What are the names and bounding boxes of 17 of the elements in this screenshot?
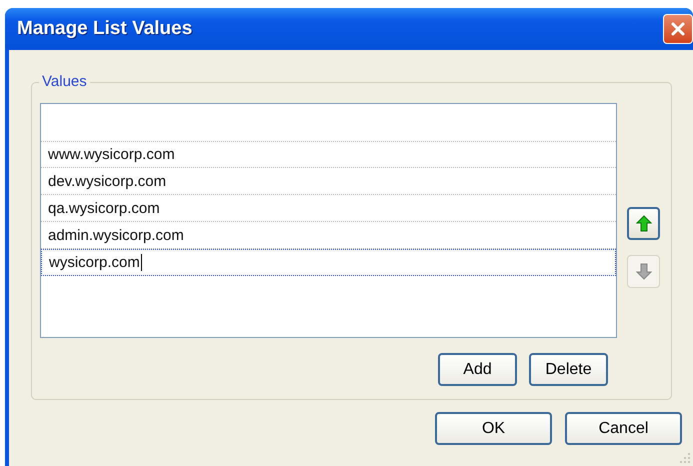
list-item[interactable]: qa.wysicorp.com (41, 195, 616, 222)
close-icon (670, 21, 686, 37)
list-action-button[interactable]: Delete (529, 353, 608, 386)
close-button[interactable] (663, 14, 693, 44)
down-arrow-icon (636, 263, 652, 280)
values-list[interactable]: www.wysicorp.com dev.wysicorp.com qa.wysicorp.com admin.wysicorp.com wysicorp.com (40, 103, 617, 338)
window-title: Manage List Values (17, 18, 192, 40)
list-item[interactable]: dev.wysicorp.com (41, 168, 616, 195)
list-action-button[interactable]: Add (438, 353, 517, 386)
up-arrow-icon (636, 215, 652, 232)
list-item[interactable]: www.wysicorp.com (41, 141, 616, 168)
move-up-button[interactable] (627, 207, 660, 240)
value-edit-field[interactable]: wysicorp.com (41, 249, 616, 276)
list-item[interactable]: admin.wysicorp.com (41, 222, 616, 249)
dialog-button[interactable]: Cancel (565, 412, 682, 445)
dialog-button[interactable]: OK (435, 412, 552, 445)
resize-grip[interactable] (679, 452, 691, 464)
